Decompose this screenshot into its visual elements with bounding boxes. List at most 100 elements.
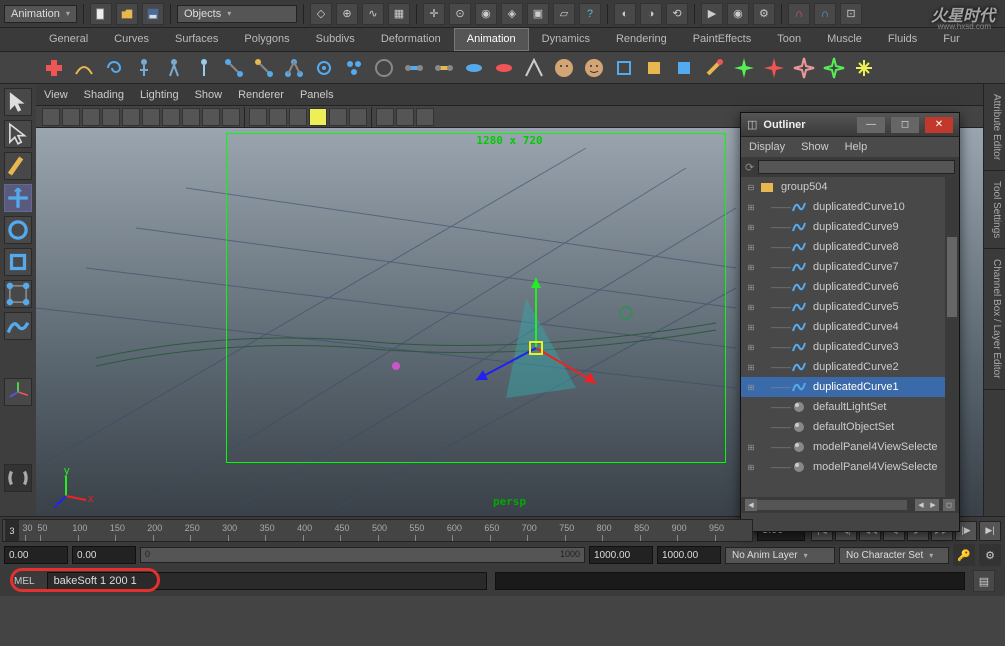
move-tool[interactable] xyxy=(4,184,32,212)
outliner-tree[interactable]: ⊟group504⊞———duplicatedCurve10⊞———duplic… xyxy=(741,177,959,497)
rotate-tool[interactable] xyxy=(4,216,32,244)
vp-textured-icon[interactable] xyxy=(289,108,307,126)
outliner-item[interactable]: ⊟group504 xyxy=(741,177,959,197)
shelf-skeleton2-icon[interactable] xyxy=(160,54,188,82)
expand-icon[interactable]: ⊞ xyxy=(745,363,757,372)
scroll-left-icon[interactable]: ◀ xyxy=(745,499,757,511)
selection-mode-dropdown[interactable]: Objects xyxy=(177,5,297,23)
new-scene-button[interactable] xyxy=(90,3,112,25)
shelf-star-pink-icon[interactable] xyxy=(790,54,818,82)
vp-grid-icon[interactable] xyxy=(102,108,120,126)
outliner-item[interactable]: ⊞———duplicatedCurve6 xyxy=(741,277,959,297)
expand-icon[interactable]: ⊞ xyxy=(745,463,757,472)
shelf-cluster-icon[interactable] xyxy=(310,54,338,82)
select-tool[interactable] xyxy=(4,88,32,116)
script-lang-label[interactable]: MEL xyxy=(10,576,39,587)
expand-icon[interactable]: ⊞ xyxy=(745,443,757,452)
scroll-left2-icon[interactable]: ◀ xyxy=(915,499,927,511)
expand-icon[interactable]: ⊞ xyxy=(745,383,757,392)
outliner-vscrollbar[interactable] xyxy=(945,177,959,497)
shelf-tab-fur[interactable]: Fur xyxy=(930,28,973,51)
expand-icon[interactable]: ⊞ xyxy=(745,223,757,232)
shelf-tab-painteffects[interactable]: PaintEffects xyxy=(680,28,765,51)
shelf-paint-icon[interactable] xyxy=(700,54,728,82)
snap-grid-icon[interactable]: ✛ xyxy=(423,3,445,25)
vp-shadow-icon[interactable] xyxy=(329,108,347,126)
soft-tool[interactable] xyxy=(4,312,32,340)
magnet-blue-icon[interactable]: ∩ xyxy=(814,3,836,25)
shelf-face1-icon[interactable] xyxy=(550,54,578,82)
outliner-item[interactable]: ⊞———duplicatedCurve1 xyxy=(741,377,959,397)
move-manipulator[interactable] xyxy=(516,308,636,428)
lasso-tool[interactable] xyxy=(4,120,32,148)
expand-icon[interactable]: ⊞ xyxy=(745,343,757,352)
vp-light-icon[interactable] xyxy=(309,108,327,126)
shelf-tab-muscle[interactable]: Muscle xyxy=(814,28,875,51)
character-set-dropdown[interactable]: No Character Set xyxy=(839,547,949,564)
outliner-item[interactable]: ⊞———duplicatedCurve3 xyxy=(741,337,959,357)
vp-image-plane-icon[interactable] xyxy=(82,108,100,126)
shelf-face2-icon[interactable] xyxy=(580,54,608,82)
snap-view-icon[interactable]: ▱ xyxy=(553,3,575,25)
selmask-surface-icon[interactable]: ▦ xyxy=(388,3,410,25)
outliner-window[interactable]: ◫ Outliner — ◻ ✕ DisplayShowHelp ⟳ ⊟grou… xyxy=(740,112,960,532)
vp-shaded-icon[interactable] xyxy=(269,108,287,126)
shelf-constraint2-icon[interactable] xyxy=(430,54,458,82)
outliner-menu-help[interactable]: Help xyxy=(845,141,868,153)
vp-wire-icon[interactable] xyxy=(249,108,267,126)
vp-hq-icon[interactable] xyxy=(349,108,367,126)
shelf-tab-polygons[interactable]: Polygons xyxy=(231,28,302,51)
shelf-medical-icon[interactable] xyxy=(40,54,68,82)
snap-live-icon[interactable]: ▣ xyxy=(527,3,549,25)
selmask-curve-icon[interactable]: ∿ xyxy=(362,3,384,25)
paint-select-tool[interactable] xyxy=(4,152,32,180)
shelf-constraint1-icon[interactable] xyxy=(400,54,428,82)
manip-tool[interactable] xyxy=(4,280,32,308)
vp-xray-icon[interactable] xyxy=(396,108,414,126)
viewport-menu-show[interactable]: Show xyxy=(195,89,223,101)
selmask-joint-icon[interactable]: ⊕ xyxy=(336,3,358,25)
range-start-outer[interactable]: 0.00 xyxy=(4,546,68,564)
render-settings-icon[interactable]: ⚙ xyxy=(753,3,775,25)
outliner-item[interactable]: ⊞———duplicatedCurve7 xyxy=(741,257,959,277)
shelf-tab-general[interactable]: General xyxy=(36,28,101,51)
vp-expose-icon[interactable] xyxy=(416,108,434,126)
right-tab-tool-settings[interactable]: Tool Settings xyxy=(984,171,1005,249)
outliner-hscrollbar[interactable]: ◀ ◀ ▶ ◻ xyxy=(741,497,959,513)
minimize-button[interactable]: — xyxy=(857,117,885,133)
construction-icon[interactable]: ⊡ xyxy=(840,3,862,25)
vp-bookmark-icon[interactable] xyxy=(62,108,80,126)
outliner-search-input[interactable] xyxy=(758,160,955,174)
expand-icon[interactable]: ⊞ xyxy=(745,203,757,212)
prefs-button[interactable]: ⚙ xyxy=(979,544,1001,566)
range-end-outer[interactable]: 1000.00 xyxy=(657,546,721,564)
vp-safe-title-icon[interactable] xyxy=(222,108,240,126)
vp-isolate-icon[interactable] xyxy=(376,108,394,126)
expand-icon[interactable]: ⊞ xyxy=(745,323,757,332)
outliner-item[interactable]: ⊞———duplicatedCurve5 xyxy=(741,297,959,317)
shelf-lattice-icon[interactable] xyxy=(370,54,398,82)
expand-icon[interactable]: ⊞ xyxy=(745,243,757,252)
shelf-skeleton-icon[interactable] xyxy=(130,54,158,82)
shelf-cluster2-icon[interactable] xyxy=(340,54,368,82)
ipr-render-icon[interactable]: ◉ xyxy=(727,3,749,25)
shelf-tab-deformation[interactable]: Deformation xyxy=(368,28,454,51)
viewport-menu-shading[interactable]: Shading xyxy=(84,89,124,101)
viewport-menu-renderer[interactable]: Renderer xyxy=(238,89,284,101)
outliner-item[interactable]: ⊞———duplicatedCurve8 xyxy=(741,237,959,257)
outliner-item[interactable]: ⊞———duplicatedCurve4 xyxy=(741,317,959,337)
shelf-skeleton3-icon[interactable] xyxy=(190,54,218,82)
outliner-titlebar[interactable]: ◫ Outliner — ◻ ✕ xyxy=(741,113,959,137)
viewport-menu-lighting[interactable]: Lighting xyxy=(140,89,179,101)
shelf-mirror-icon[interactable] xyxy=(520,54,548,82)
outliner-item[interactable]: ⊞———duplicatedCurve2 xyxy=(741,357,959,377)
open-scene-button[interactable] xyxy=(116,3,138,25)
shelf-tab-animation[interactable]: Animation xyxy=(454,28,529,51)
shelf-star-green-icon[interactable] xyxy=(730,54,758,82)
scale-tool[interactable] xyxy=(4,248,32,276)
vp-resolution-gate-icon[interactable] xyxy=(142,108,160,126)
shelf-tab-surfaces[interactable]: Surfaces xyxy=(162,28,231,51)
shelf-spiral-icon[interactable] xyxy=(100,54,128,82)
timeline-ruler[interactable]: 3 xyxy=(2,519,753,542)
range-start-inner[interactable]: 0.00 xyxy=(72,546,136,564)
